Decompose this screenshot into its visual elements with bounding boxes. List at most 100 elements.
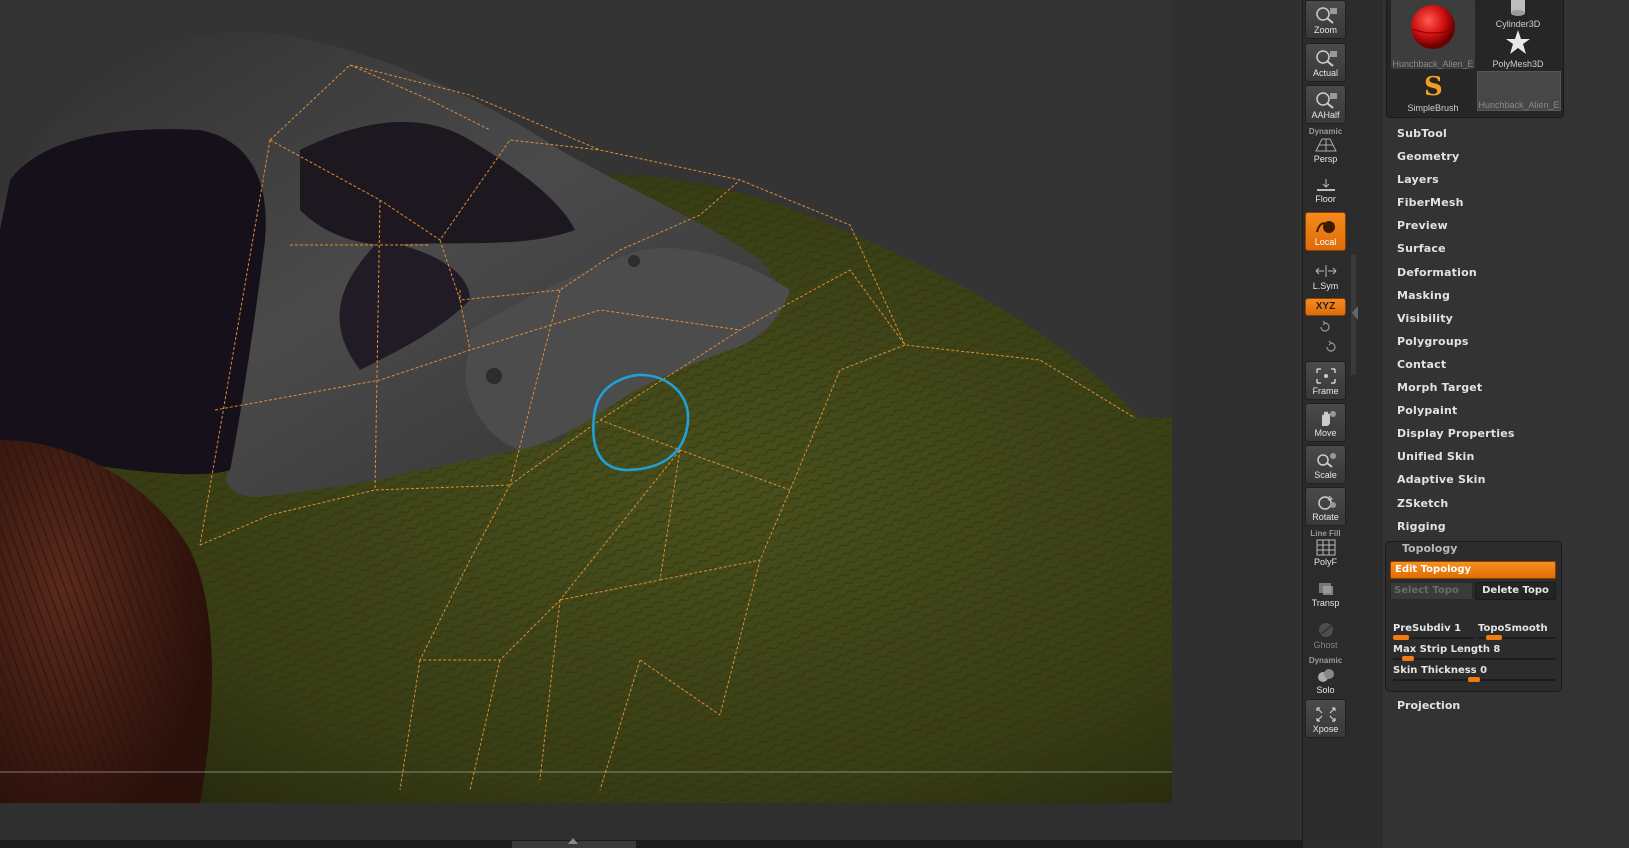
tool-thumb-simplebrush[interactable]: S SimpleBrush [1391,71,1475,113]
skin-thickness-label: Skin Thickness 0 [1393,665,1488,676]
solo-label: Solo [1316,685,1335,695]
menu-item-polypaint[interactable]: Polypaint [1397,402,1617,425]
menu-item-display-properties[interactable]: Display Properties [1397,425,1617,448]
rotate-label: Rotate [1312,512,1339,522]
zoom-button[interactable]: Zoom [1305,0,1346,39]
tool-thumb-cylinder3d[interactable]: Cylinder3D [1476,0,1560,29]
actual-label: Actual [1312,68,1338,78]
menu-item-surface[interactable]: Surface [1397,240,1617,263]
frame-button[interactable]: Frame [1305,361,1346,400]
rotate-y-icon[interactable] [1318,320,1332,334]
scene-render [0,31,1172,803]
rotate-icon [1317,495,1336,510]
solo-icon [1317,669,1334,682]
max-strip-length-label: Max Strip Length 8 [1393,644,1501,655]
tool-thumb-hunchback-2[interactable]: Hunchback_Alien_E [1477,71,1561,111]
menu-item-contact[interactable]: Contact [1397,356,1617,379]
move-icon [1321,411,1336,426]
menu-item-polygroups[interactable]: Polygroups [1397,333,1617,356]
menu-item-geometry[interactable]: Geometry [1397,148,1617,171]
menu-item-projection[interactable]: Projection [1397,699,1460,712]
menu-item-layers[interactable]: Layers [1397,171,1617,194]
scale-button[interactable]: Scale [1305,445,1346,484]
menu-item-zsketch[interactable]: ZSketch [1397,495,1617,518]
star-icon [1506,30,1530,54]
menu-item-fibermesh[interactable]: FiberMesh [1397,194,1617,217]
canvas-gutter [1172,0,1302,848]
frame-icon [1315,368,1336,384]
rotate-button[interactable]: Rotate [1305,487,1346,526]
menu-item-adaptive-skin[interactable]: Adaptive Skin [1397,471,1617,494]
toposmooth-knob[interactable] [1486,635,1502,640]
tool-thumb-label: PolyMesh3D [1492,59,1544,69]
frame-label: Frame [1312,386,1339,396]
scale-icon [1316,453,1336,468]
3d-viewport[interactable] [0,0,1172,803]
polyf-button[interactable]: PolyF [1305,530,1346,569]
solo-button[interactable]: Solo [1305,659,1346,698]
scale-label: Scale [1314,470,1337,480]
floor-icon [1316,179,1335,191]
tool-thumbnails: Hunchback_Alien_E Cylinder3D PolyMesh3D … [1386,0,1564,118]
collapse-tray-arrow-icon[interactable] [1352,306,1358,320]
xpose-button[interactable]: Xpose [1305,699,1346,738]
local-button[interactable]: Local [1305,212,1346,251]
simplebrush-s-icon: S [1424,72,1443,102]
ghost-button[interactable]: Ghost [1305,616,1346,655]
toposmooth-slider[interactable]: TopoSmooth [1478,623,1556,643]
lsym-label: L.Sym [1312,281,1339,291]
menu-item-unified-skin[interactable]: Unified Skin [1397,448,1617,471]
tool-thumb-label: SimpleBrush [1407,103,1459,113]
tool-thumb-label: Hunchback_Alien_E [1478,100,1560,110]
persp-button[interactable]: Persp [1305,128,1346,167]
actual-icon [1315,50,1337,67]
menu-item-morph-target[interactable]: Morph Target [1397,379,1617,402]
actual-button[interactable]: Actual [1305,43,1346,82]
persp-icon [1314,138,1337,152]
menu-item-visibility[interactable]: Visibility [1397,310,1617,333]
presubdiv-knob[interactable] [1393,635,1409,640]
skin-thickness-slider[interactable]: Skin Thickness 0 [1393,665,1556,685]
topology-title[interactable]: Topology [1402,542,1457,555]
right-shelf: Zoom Actual AAHalf Dynamic Persp Floor L… [1302,0,1353,848]
xyz-toggle[interactable]: XYZ [1305,298,1346,316]
menu-item-masking[interactable]: Masking [1397,287,1617,310]
move-button[interactable]: Move [1305,403,1346,442]
tool-thumb-polymesh3d[interactable]: PolyMesh3D [1476,29,1560,69]
polyf-label: PolyF [1313,557,1337,567]
lsym-button[interactable]: L.Sym [1305,257,1346,296]
floor-label: Floor [1315,194,1336,204]
xpose-icon [1315,707,1336,722]
move-label: Move [1314,428,1337,438]
local-label: Local [1314,237,1337,247]
tool-thumb-label: Hunchback_Alien_E [1392,59,1474,69]
rotate-z-icon[interactable] [1324,340,1338,354]
delete-topo-button[interactable]: Delete Topo [1475,582,1556,600]
tray-divider[interactable] [1351,0,1383,848]
red-sphere-icon [1411,5,1455,49]
expand-arrow-icon[interactable] [568,838,578,844]
skin-thickness-knob[interactable] [1468,677,1480,682]
aahalf-button[interactable]: AAHalf [1305,85,1346,124]
menu-item-preview[interactable]: Preview [1397,217,1617,240]
max-strip-length-knob[interactable] [1402,656,1414,661]
tool-thumb-hunchback[interactable]: Hunchback_Alien_E [1391,0,1475,69]
select-topo-button[interactable]: Select Topo [1390,582,1473,600]
tool-thumb-label: Cylinder3D [1495,19,1541,29]
tool-menu-list: SubTool Geometry Layers FiberMesh Previe… [1397,125,1617,541]
local-icon [1315,221,1335,233]
floor-button[interactable]: Floor [1305,170,1346,209]
svg-text:S: S [1424,72,1443,99]
menu-item-deformation[interactable]: Deformation [1397,264,1617,287]
aahalf-label: AAHalf [1311,110,1340,120]
zoom-icon [1315,7,1337,24]
presubdiv-label: PreSubdiv 1 [1393,623,1462,634]
transp-button[interactable]: Transp [1305,574,1346,613]
edit-topology-button[interactable]: Edit Topology [1390,561,1556,579]
presubdiv-slider[interactable]: PreSubdiv 1 [1393,623,1473,643]
persp-label: Persp [1313,154,1338,164]
menu-item-subtool[interactable]: SubTool [1397,125,1617,148]
cylinder-icon [1511,0,1525,16]
max-strip-length-slider[interactable]: Max Strip Length 8 [1393,644,1556,664]
menu-item-rigging[interactable]: Rigging [1397,518,1617,541]
